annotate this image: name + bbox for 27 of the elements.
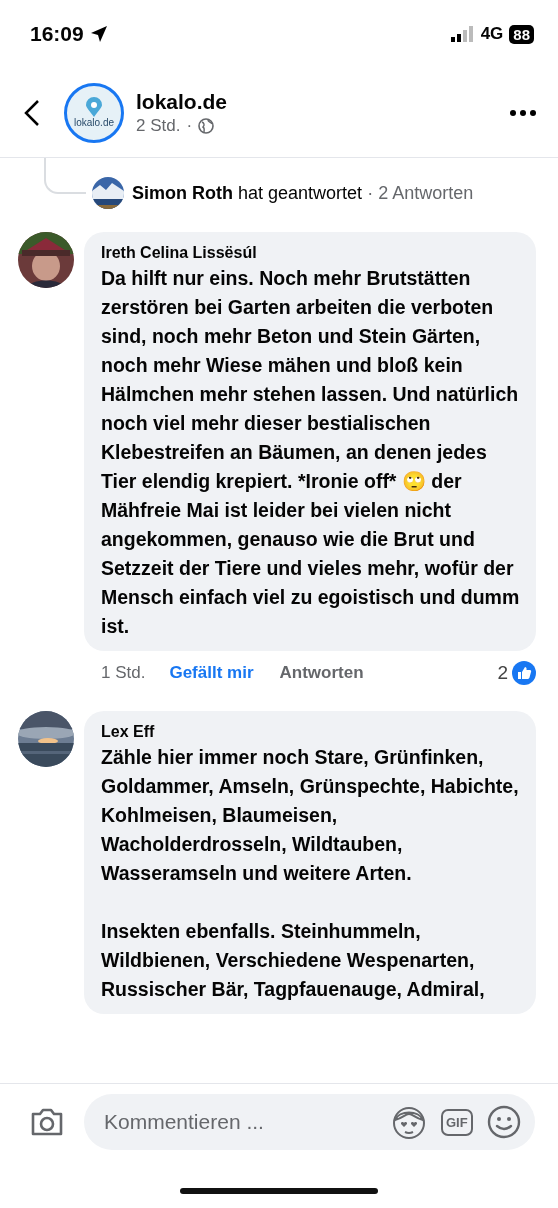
page-name[interactable]: lokalo.de [136,89,510,114]
comment-text: Da hilft nur eins. Noch mehr Brutstätten zerstören bei Garten arbeiten die verboten sind, noch mehr Beton und Stein Gärten, noch mehr Wiese mähen und bloß kein Hälmchen mehr stehen lassen. Und natürlich noch viel mehr dieser bestialischen Klebestreifen an Bäumen, an denen jedes Tier elendig krepiert. *Ironie off* 🙄 der Mähfreie Mai ist leider bei vielen nicht angekommen, genauso wie die Brut und Setzzeit der Tiere und vieles mehr, wofür der Mensch einfach viel zu egoistisch und dumm ist. [101,266,520,639]
more-icon[interactable] [510,109,536,116]
globe-icon [198,117,215,134]
like-link[interactable]: Gefällt mir [169,663,254,683]
avatar-sticker-icon[interactable] [391,1104,427,1140]
clock-time: 16:09 [30,22,84,46]
post-age: 2 Std. [136,115,181,136]
emoji-icon[interactable] [486,1105,521,1139]
gif-button[interactable]: GIF [441,1108,473,1136]
network-label: 4G [480,24,504,44]
comment-author[interactable]: Lex Eff [101,723,520,741]
comment-time: 1 Std. [101,663,146,683]
thumbs-up-icon [512,661,536,685]
camera-icon[interactable] [30,1107,64,1137]
comment-field[interactable]: Kommentieren ... GIF [84,1094,535,1150]
reaction-count: 2 [497,662,508,684]
battery-icon: 88 [509,24,534,44]
page-logo[interactable]: lokalo.de [64,82,124,143]
reply-summary[interactable]: Simon Roth hat geantwortet · 2 Antworten [132,182,474,204]
back-icon[interactable] [24,98,40,127]
comment-author[interactable]: Ireth Celina Lissësúl [101,244,520,262]
comment-text: Zähle hier immer noch Stare, Grünfinken, Goldammer, Amseln, Grünspechte, Habichte, Kohlmeisen, Blaumeisen, Wacholderdrosseln, Wildtauben, Wasseramseln und weitere Arten. Insekten ebenfalls. Steinhummeln, Wildbienen, Verschiedene Wespenarten, Russischer Bär, Tagpfauenauge, Admiral, [101,745,520,1002]
separator-dot: · [186,115,193,136]
reply-link[interactable]: Antworten [279,663,364,683]
location-arrow-icon [89,25,108,43]
signal-icon [450,26,475,42]
